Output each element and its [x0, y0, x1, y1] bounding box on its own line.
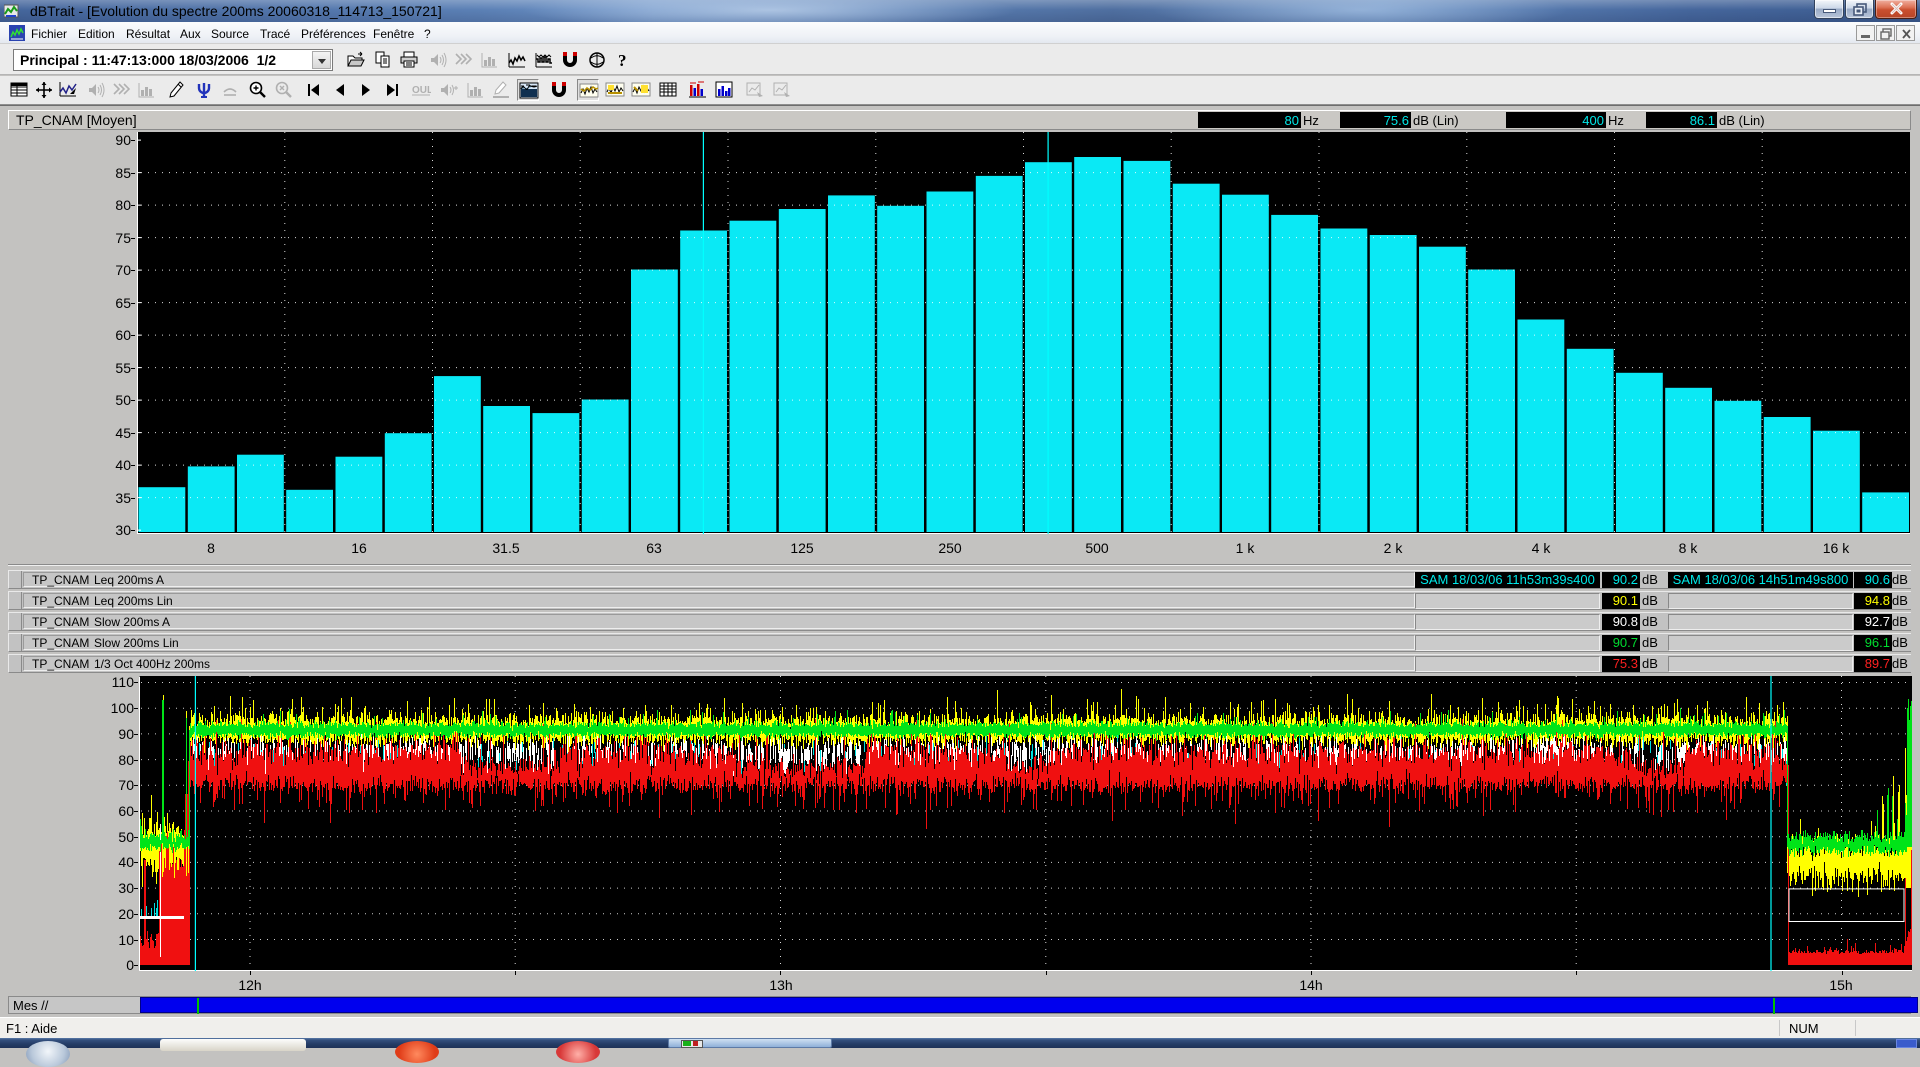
svg-text:?: ?: [618, 51, 627, 70]
svg-text:OUL: OUL: [412, 85, 431, 96]
